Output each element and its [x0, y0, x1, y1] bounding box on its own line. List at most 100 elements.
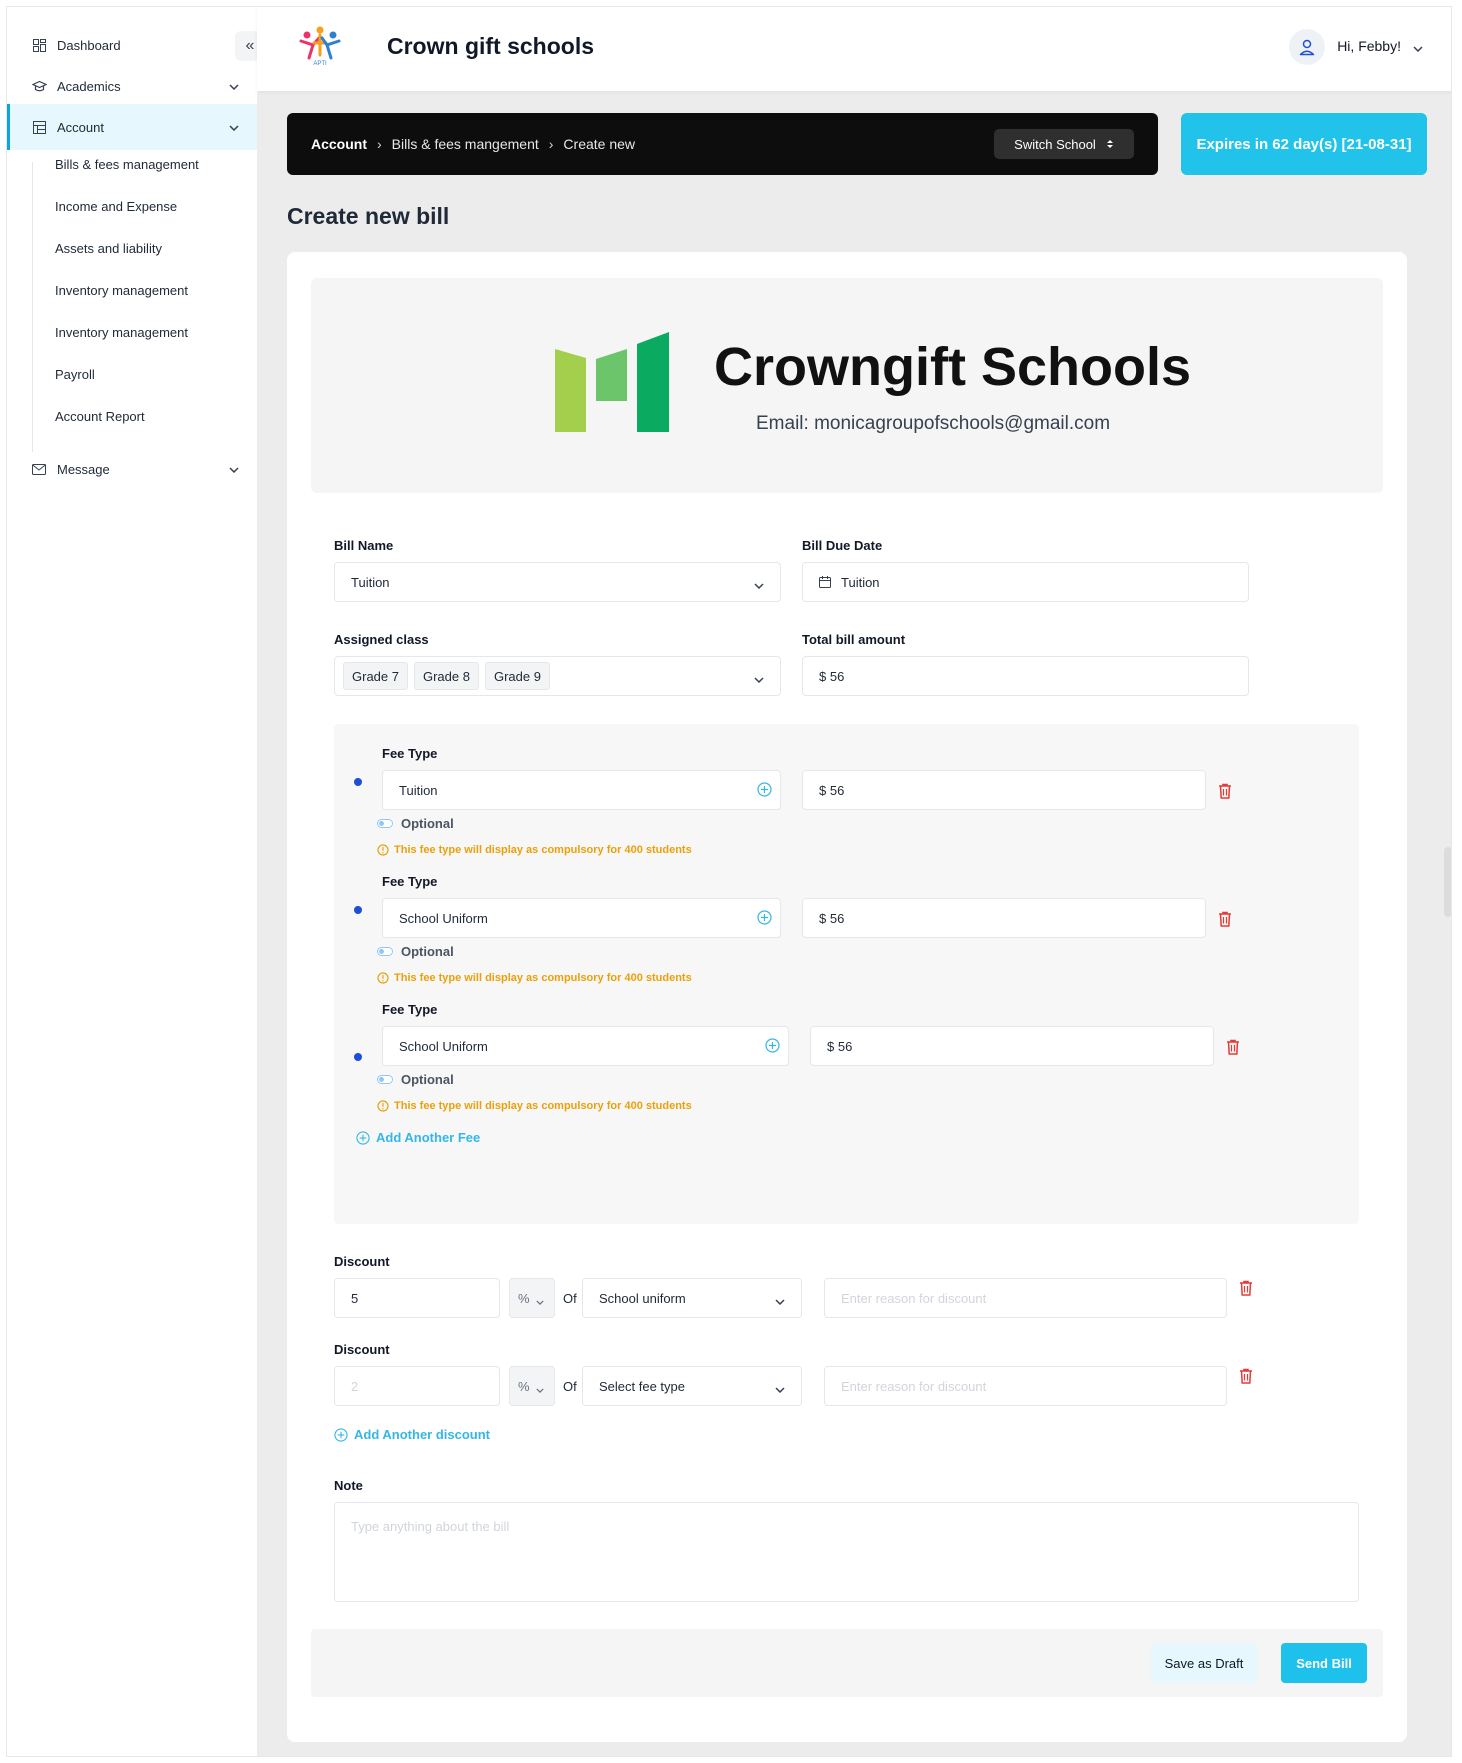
note-label: Note: [334, 1478, 363, 1493]
optional-toggle[interactable]: [377, 819, 393, 828]
sidebar-subitem-payroll[interactable]: Payroll: [55, 367, 95, 382]
class-chip[interactable]: Grade 7: [343, 662, 408, 690]
discount-fee-type-value: School uniform: [599, 1290, 686, 1306]
class-chip[interactable]: Grade 9: [484, 662, 550, 690]
bill-name-select[interactable]: Tuition: [334, 562, 781, 602]
brand-name: Crown gift schools: [387, 33, 594, 59]
fee-amount-input[interactable]: $ 56: [802, 770, 1206, 810]
breadcrumb-item-bills[interactable]: Bills & fees mangement: [392, 136, 539, 152]
fee-type-label: Fee Type: [382, 746, 438, 761]
discount-label: Discount: [334, 1342, 390, 1357]
discount-fee-type-select[interactable]: Select fee type: [582, 1366, 802, 1406]
save-draft-button[interactable]: Save as Draft: [1151, 1643, 1257, 1683]
discount-fee-type-value: Select fee type: [599, 1378, 685, 1394]
chevron-down-icon: [754, 671, 764, 686]
trash-icon[interactable]: [1218, 911, 1232, 927]
chevron-down-icon: [775, 1293, 785, 1308]
subscription-expiry-badge[interactable]: Expires in 62 day(s) [21-08-31]: [1181, 113, 1427, 175]
sidebar-subitem-assets-liability[interactable]: Assets and liability: [55, 241, 162, 256]
trash-icon[interactable]: [1218, 783, 1232, 799]
total-amount-input[interactable]: $ 56: [802, 656, 1249, 696]
sidebar-subitem-inventory-2[interactable]: Inventory management: [55, 325, 188, 340]
add-another-fee-button[interactable]: Add Another Fee: [356, 1130, 480, 1145]
add-circle-icon: [334, 1427, 348, 1442]
discount-reason-input[interactable]: Enter reason for discount: [824, 1366, 1227, 1406]
school-logo: [555, 332, 669, 432]
graduation-cap-icon: [31, 78, 47, 94]
warning-circle-icon: [377, 1100, 389, 1112]
chevron-down-icon: [754, 577, 764, 592]
fee-type-input[interactable]: School Uniform: [382, 1026, 789, 1066]
optional-label: Optional: [401, 944, 454, 959]
discount-reason-input[interactable]: Enter reason for discount: [824, 1278, 1227, 1318]
breadcrumb-item-account[interactable]: Account: [311, 136, 367, 152]
add-circle-icon: [356, 1130, 370, 1145]
discount-value-input[interactable]: 5: [334, 1278, 500, 1318]
fee-type-input[interactable]: School Uniform: [382, 898, 781, 938]
warning-circle-icon: [377, 972, 389, 984]
optional-toggle[interactable]: [377, 1075, 393, 1084]
sidebar-subitem-inventory[interactable]: Inventory management: [55, 283, 188, 298]
dashboard-icon: [31, 37, 47, 53]
switch-school-button[interactable]: Switch School: [994, 129, 1134, 159]
note-textarea[interactable]: Type anything about the bill: [334, 1502, 1359, 1602]
add-circle-icon: [765, 1038, 780, 1053]
of-label: Of: [563, 1291, 577, 1306]
fee-type-input[interactable]: Tuition: [382, 770, 781, 810]
sidebar-item-message[interactable]: Message: [7, 446, 257, 492]
assigned-class-select[interactable]: Grade 7 Grade 8 Grade 9: [334, 656, 781, 696]
chevron-down-icon[interactable]: [1413, 39, 1423, 57]
trash-icon[interactable]: [1239, 1280, 1253, 1296]
fee-amount-input[interactable]: $ 56: [802, 898, 1206, 938]
discount-unit-select[interactable]: %: [509, 1278, 555, 1318]
breadcrumb-separator-icon: ›: [377, 136, 382, 152]
avatar[interactable]: [1289, 29, 1325, 65]
bullet-dot: [354, 778, 362, 786]
assigned-class-label: Assigned class: [334, 632, 429, 647]
optional-toggle-row: Optional: [377, 1072, 454, 1087]
trash-icon[interactable]: [1239, 1368, 1253, 1384]
sidebar-subitem-income-expense[interactable]: Income and Expense: [55, 199, 177, 214]
scrollbar-thumb[interactable]: [1444, 847, 1451, 917]
sidebar-item-account[interactable]: Account: [7, 104, 257, 150]
total-amount-label: Total bill amount: [802, 632, 906, 647]
double-chevron-left-icon: «: [245, 37, 255, 54]
class-chip[interactable]: Grade 8: [413, 662, 479, 690]
discount-unit-select[interactable]: %: [509, 1366, 555, 1406]
sidebar-item-label: Academics: [57, 78, 121, 94]
mail-icon: [31, 461, 47, 477]
fee-amount-input[interactable]: $ 56: [810, 1026, 1214, 1066]
switch-school-label: Switch School: [1014, 136, 1096, 152]
trash-icon[interactable]: [1226, 1039, 1240, 1055]
chevron-down-icon: [229, 461, 239, 476]
bullet-dot: [354, 1053, 362, 1061]
due-date-field[interactable]: Tuition: [802, 562, 1249, 602]
breadcrumb-separator-icon: ›: [548, 136, 554, 152]
sidebar-subitem-bills-fees[interactable]: Bills & fees management: [55, 157, 199, 172]
brand-logo-text: APTI: [313, 61, 327, 67]
add-circle-icon: [757, 910, 772, 925]
app-frame: Dashboard « Academics Account Bills & fe…: [6, 6, 1452, 1757]
sidebar-item-dashboard[interactable]: Dashboard: [7, 22, 257, 68]
user-greeting[interactable]: Hi, Febby!: [1337, 38, 1401, 54]
discount-fee-type-select[interactable]: School uniform: [582, 1278, 802, 1318]
add-another-discount-label: Add Another discount: [354, 1427, 491, 1442]
sidebar-subitem-account-report[interactable]: Account Report: [55, 409, 145, 424]
send-bill-button[interactable]: Send Bill: [1281, 1643, 1367, 1683]
school-name: Crowngift Schools: [714, 337, 1191, 397]
discount-label: Discount: [334, 1254, 390, 1269]
add-circle-icon: [757, 782, 772, 797]
bill-form-card: Crowngift Schools Email: monicagroupofsc…: [287, 252, 1407, 1742]
warning-circle-icon: [377, 844, 389, 856]
sidebar-item-academics[interactable]: Academics: [7, 63, 257, 109]
school-banner: Crowngift Schools Email: monicagroupofsc…: [311, 278, 1383, 493]
add-another-discount-button[interactable]: Add Another discount: [334, 1427, 490, 1442]
add-another-fee-label: Add Another Fee: [376, 1130, 481, 1145]
breadcrumb: Account › Bills & fees mangement › Creat…: [287, 113, 1158, 175]
optional-toggle[interactable]: [377, 947, 393, 956]
school-email: Email: monicagroupofschools@gmail.com: [756, 413, 1111, 434]
discount-value-input[interactable]: 2: [334, 1366, 500, 1406]
fee-type-label: Fee Type: [382, 874, 438, 889]
fee-warning-text: This fee type will display as compulsory…: [394, 1100, 692, 1112]
optional-toggle-row: Optional: [377, 944, 454, 959]
